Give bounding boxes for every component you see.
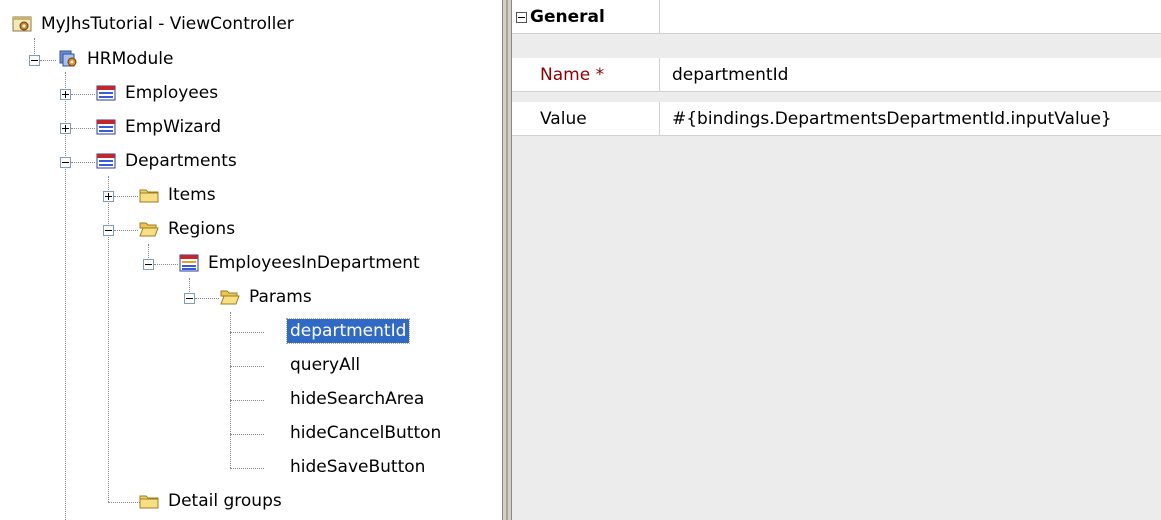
collapse-toggle-hrmodule[interactable] (29, 55, 40, 66)
folder-icon (139, 189, 159, 203)
tree-node-param-hidesavebutton[interactable]: hideSaveButton (287, 454, 428, 480)
tree-node-label: hideSaveButton (290, 457, 426, 477)
tree-node-label: EmployeesInDepartment (208, 253, 420, 273)
collapse-toggle-params[interactable] (184, 293, 195, 304)
tree-node-label: Params (249, 287, 312, 307)
tree-connector (71, 94, 95, 95)
tree-node-label: departmentId (285, 318, 411, 344)
tree-connector (108, 502, 140, 503)
tree-connector (40, 60, 56, 61)
tree-node-label: hideSearchArea (290, 389, 425, 409)
required-marker: * (595, 65, 605, 85)
navigator-tree[interactable]: MyJhsTutorial - ViewController HRModule … (0, 0, 502, 520)
tree-node-empwizard[interactable]: EmpWizard (96, 114, 224, 140)
tree-connector (65, 72, 66, 520)
property-row-value[interactable]: Value #{bindings.DepartmentsDepartmentId… (512, 102, 1161, 136)
project-icon (12, 16, 32, 32)
collapse-section-icon[interactable] (516, 11, 527, 23)
property-name-cell: Name * (512, 58, 660, 92)
property-inspector: General Name * departmentId Value #{bind… (512, 0, 1161, 520)
tree-node-label: Detail groups (168, 491, 282, 511)
property-row-name[interactable]: Name * departmentId (512, 58, 1161, 92)
tree-node-regions[interactable]: Regions (139, 216, 238, 242)
tree-node-label: queryAll (290, 355, 361, 375)
tree-node-label: MyJhsTutorial - ViewController (41, 14, 294, 34)
tree-connector (230, 332, 264, 333)
tree-connector (195, 298, 219, 299)
tree-connector (230, 434, 264, 435)
tree-connector (230, 312, 231, 468)
expand-toggle-items[interactable] (103, 191, 114, 202)
folder-open-icon (220, 290, 240, 305)
tree-node-detail-groups[interactable]: Detail groups (139, 488, 285, 514)
folder-open-icon (139, 222, 159, 237)
expand-toggle-employees[interactable] (60, 89, 71, 100)
tree-node-label: Departments (125, 151, 237, 171)
tree-node-label: HRModule (87, 49, 174, 69)
tree-node-departments[interactable]: Departments (96, 148, 240, 174)
module-icon (59, 50, 77, 67)
tree-connector (114, 230, 138, 231)
tree-node-label: Employees (125, 83, 219, 103)
tree-connector (71, 128, 95, 129)
tree-node-param-hidecancelbutton[interactable]: hideCancelButton (287, 420, 444, 446)
section-header-cell: General (512, 0, 660, 34)
tree-connector (154, 264, 178, 265)
group-table-icon (96, 85, 116, 101)
tree-node-label: Items (168, 185, 216, 205)
group-table-icon (96, 153, 116, 169)
property-name: Value (540, 109, 587, 129)
region-icon (179, 254, 199, 272)
expand-toggle-empwizard[interactable] (60, 123, 71, 134)
tree-node-hrmodule[interactable]: HRModule (58, 46, 176, 72)
tree-node-param-queryall[interactable]: queryAll (287, 352, 363, 378)
pane-splitter[interactable] (502, 0, 512, 520)
tree-node-label: EmpWizard (125, 117, 222, 137)
tree-node-label: Regions (168, 219, 236, 239)
section-title: General (530, 7, 605, 27)
property-name-cell: Value (512, 102, 660, 136)
tree-node-items[interactable]: Items (139, 182, 219, 208)
tree-node-params[interactable]: Params (220, 284, 315, 310)
tree-connector (114, 196, 138, 197)
folder-icon (139, 495, 159, 509)
collapse-toggle-regions[interactable] (103, 225, 114, 236)
tree-node-param-departmentid[interactable]: departmentId (285, 318, 411, 344)
tree-node-employees-in-department[interactable]: EmployeesInDepartment (179, 250, 423, 276)
group-table-icon (96, 119, 116, 135)
tree-node-project[interactable]: MyJhsTutorial - ViewController (12, 11, 297, 37)
property-value-value[interactable]: #{bindings.DepartmentsDepartmentId.input… (672, 102, 1112, 136)
tree-connector (230, 366, 264, 367)
property-value-name[interactable]: departmentId (672, 58, 788, 92)
tree-node-label: hideCancelButton (290, 423, 442, 443)
tree-node-employees[interactable]: Employees (96, 80, 221, 106)
tree-node-param-hidesearcharea[interactable]: hideSearchArea (287, 386, 427, 412)
collapse-toggle-employees-in-department[interactable] (143, 259, 154, 270)
tree-connector (230, 468, 264, 469)
section-header-general[interactable]: General (512, 0, 1161, 34)
property-name: Name (540, 65, 591, 85)
tree-connector (71, 162, 95, 163)
tree-connector (230, 400, 264, 401)
collapse-toggle-departments[interactable] (60, 157, 71, 168)
